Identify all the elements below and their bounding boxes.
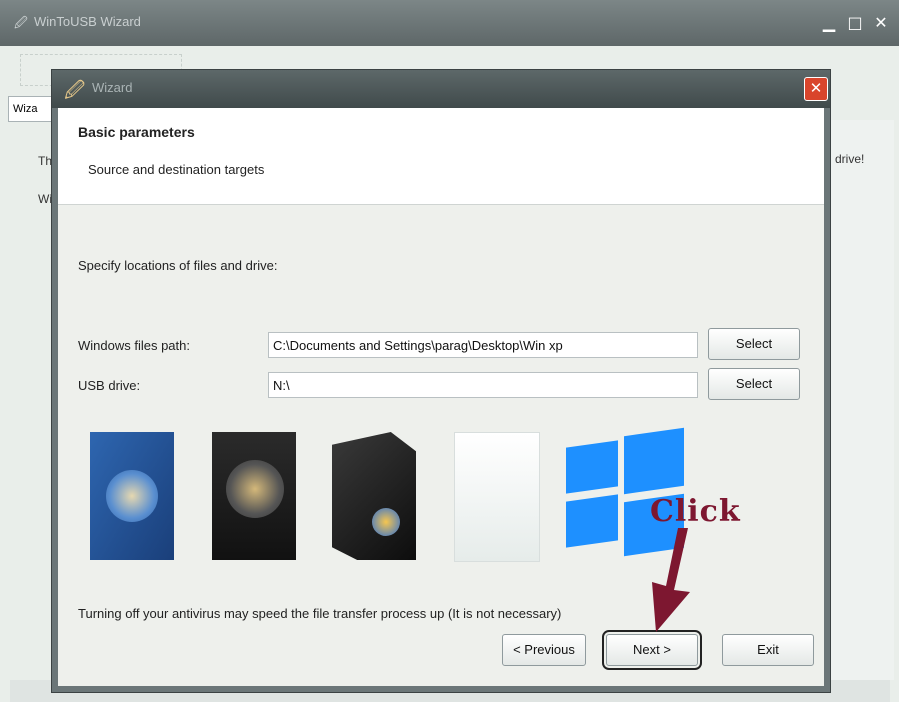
- header-panel: Basic parameters Source and destination …: [58, 108, 824, 205]
- maximize-icon[interactable]: □: [844, 12, 866, 34]
- previous-button[interactable]: < Previous: [502, 634, 586, 666]
- windows-8-box-image: [454, 432, 540, 562]
- instructions-label: Specify locations of files and drive:: [78, 258, 278, 273]
- minimize-icon[interactable]: ▁: [818, 12, 840, 34]
- select-usb-drive-button[interactable]: Select: [708, 368, 800, 400]
- annotation-arrow-icon: [652, 528, 690, 632]
- antivirus-note: Turning off your antivirus may speed the…: [78, 606, 562, 621]
- wizard-wand-icon: 🖉: [64, 80, 86, 102]
- next-button[interactable]: Next >: [602, 630, 702, 670]
- app-title: WinToUSB Wizard: [34, 14, 141, 29]
- dialog-titlebar: 🖉 Wizard ✕: [52, 70, 830, 108]
- dialog-close-icon[interactable]: ✕: [804, 77, 828, 101]
- wizard-dialog: 🖉 Wizard ✕ Basic parameters Source and d…: [52, 70, 830, 692]
- windows-path-label: Windows files path:: [78, 338, 190, 353]
- header-subtitle: Source and destination targets: [88, 162, 265, 177]
- windows-xp-box-image: [90, 432, 174, 560]
- dialog-title: Wizard: [92, 80, 133, 95]
- windows-7-box-image: [332, 432, 416, 560]
- background-text-1: Th: [38, 154, 53, 168]
- header-title: Basic parameters: [78, 124, 195, 140]
- close-icon[interactable]: ✕: [870, 12, 892, 34]
- background-text-right: drive!: [835, 152, 865, 166]
- exit-button[interactable]: Exit: [722, 634, 814, 666]
- usb-drive-label: USB drive:: [78, 378, 141, 393]
- windows-vista-box-image: [212, 432, 296, 560]
- background-text-2: Wi: [38, 192, 52, 206]
- app-icon: 🖉: [14, 15, 28, 30]
- background-right-panel: drive!: [828, 120, 894, 680]
- windows-path-input[interactable]: C:\Documents and Settings\parag\Desktop\…: [268, 332, 698, 358]
- app-titlebar: 🖉 WinToUSB Wizard ▁ □ ✕: [0, 0, 899, 46]
- click-annotation-text: Click: [650, 494, 741, 529]
- usb-drive-input[interactable]: N:\: [268, 372, 698, 398]
- select-windows-path-button[interactable]: Select: [708, 328, 800, 360]
- dialog-body: Basic parameters Source and destination …: [58, 108, 824, 686]
